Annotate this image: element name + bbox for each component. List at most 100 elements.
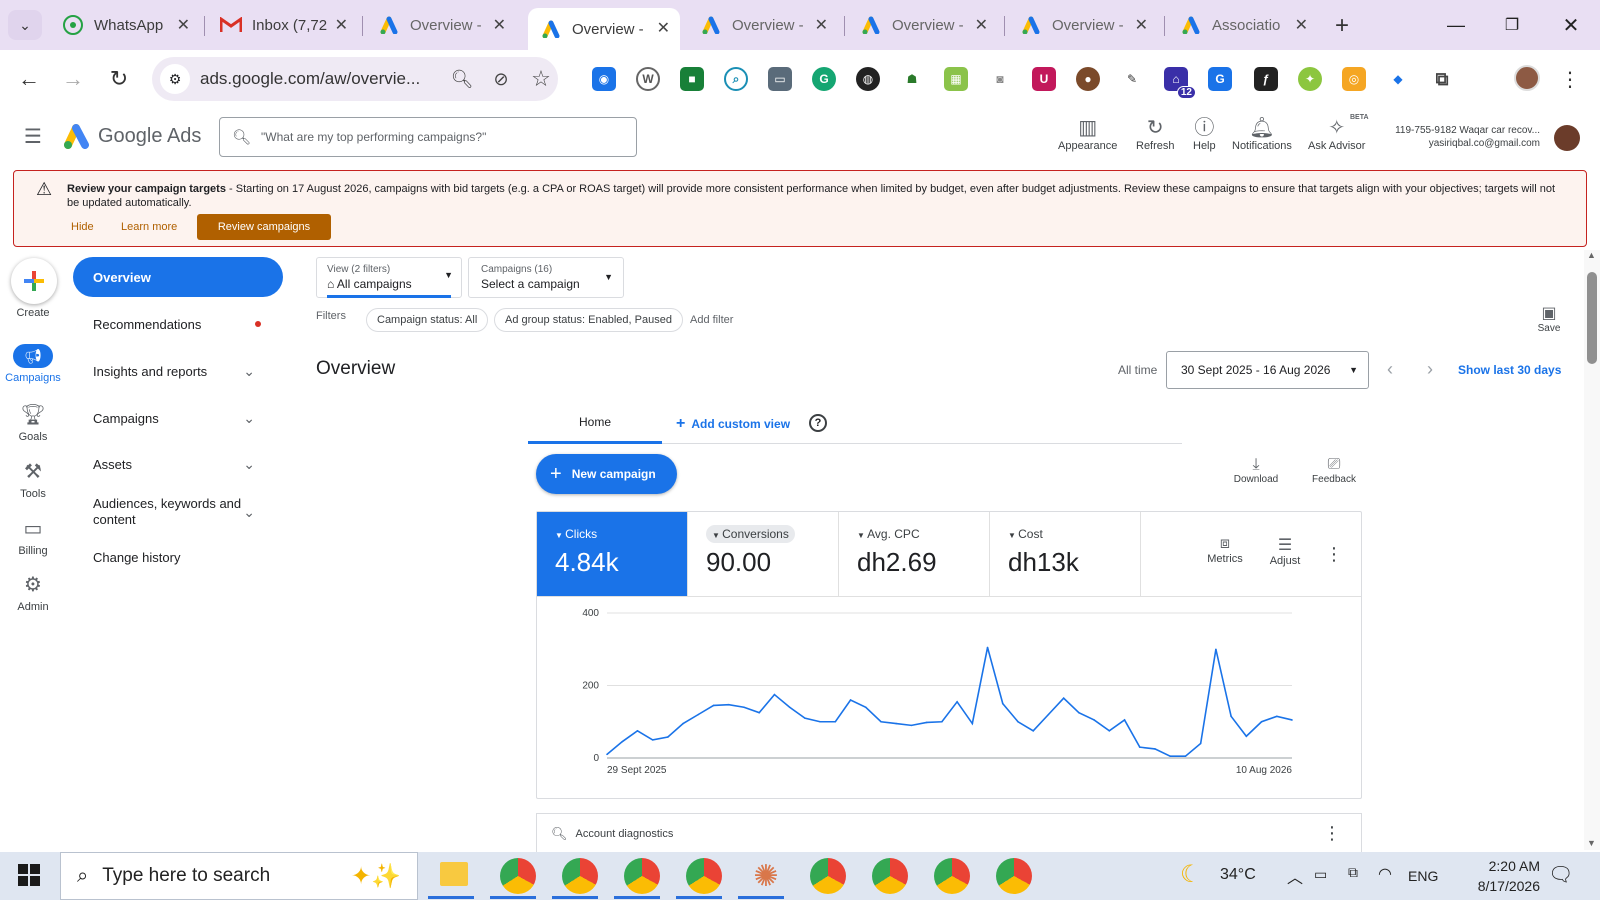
ad-group-status-chip[interactable]: Ad group status: Enabled, Paused xyxy=(494,308,683,332)
clock[interactable]: 2:20 AM 8/17/2026 xyxy=(1450,856,1540,896)
extension-map-icon[interactable]: ▦ xyxy=(944,67,968,91)
nav-assets[interactable]: Assets ⌄ xyxy=(73,452,283,476)
nav-campaigns[interactable]: Campaigns ⌄ xyxy=(73,406,283,430)
page-scrollbar[interactable]: ▲ ▼ xyxy=(1584,250,1600,850)
tab-search-button[interactable]: ⌄ xyxy=(8,10,42,40)
tab-close-icon[interactable]: ✕ xyxy=(493,15,506,35)
reload-icon[interactable]: ↻ xyxy=(106,66,132,92)
learn-more-link[interactable]: Learn more xyxy=(121,221,177,233)
account-avatar[interactable] xyxy=(1554,125,1580,151)
bookmark-star-icon[interactable]: ☆ xyxy=(528,66,554,92)
windows-start-icon[interactable] xyxy=(18,864,42,888)
taskbar-chrome-icon[interactable] xyxy=(624,858,660,894)
site-info-icon[interactable]: ⚙ xyxy=(160,64,190,94)
profile-avatar[interactable] xyxy=(1514,65,1540,91)
extension-magnifier-icon[interactable]: ⌕ xyxy=(724,67,748,91)
metrics-button[interactable]: ⧈ Metrics xyxy=(1200,535,1250,565)
scroll-down-icon[interactable]: ▼ xyxy=(1587,838,1596,848)
tab-close-icon[interactable]: ✕ xyxy=(1135,15,1148,35)
tab-close-icon[interactable]: ✕ xyxy=(177,15,190,35)
tab-whatsapp[interactable]: WhatsApp ✕ xyxy=(50,8,200,42)
taskbar-chrome-icon[interactable] xyxy=(934,858,970,894)
rail-goals[interactable]: 🏆︎ Goals xyxy=(0,402,66,443)
extensions-puzzle-icon[interactable]: ⧉ xyxy=(1430,67,1454,91)
tab-close-icon[interactable]: ✕ xyxy=(1295,15,1308,35)
add-custom-view-button[interactable]: + Add custom view xyxy=(676,403,790,444)
wifi-icon[interactable]: ◠ xyxy=(1378,864,1392,884)
display-icon[interactable]: ⧉ xyxy=(1348,864,1358,881)
tab-overview-active[interactable]: Overview - ✕ xyxy=(528,8,680,50)
forward-arrow-icon[interactable]: → xyxy=(60,66,86,92)
save-view-button[interactable]: ▣ Save xyxy=(1534,303,1564,334)
nav-overview[interactable]: Overview xyxy=(73,257,283,297)
tab-association[interactable]: Associatio ✕ xyxy=(1168,8,1318,42)
view-filter-dropdown[interactable]: View (2 filters) ⌂ All campaigns ▼ xyxy=(316,257,462,298)
metric-avg-cpc[interactable]: ▼ Avg. CPC dh2.69 xyxy=(839,512,990,596)
ask-advisor-button[interactable]: ✧ Ask Advisor xyxy=(1308,116,1365,152)
hide-link[interactable]: Hide xyxy=(71,221,94,233)
refresh-button[interactable]: ↻ Refresh xyxy=(1136,116,1175,152)
extension-search-icon[interactable]: ◉ xyxy=(592,67,616,91)
notifications-button[interactable]: 🔔︎ Notifications xyxy=(1232,116,1292,152)
extension-robot-icon[interactable]: ☗ xyxy=(900,67,924,91)
extension-translate-icon[interactable]: G xyxy=(1208,67,1232,91)
nav-insights-reports[interactable]: Insights and reports ⌄ xyxy=(73,359,283,383)
tab-close-icon[interactable]: ✕ xyxy=(657,18,670,38)
campaign-status-chip[interactable]: Campaign status: All xyxy=(366,308,489,332)
metric-clicks[interactable]: ▼ Clicks 4.84k xyxy=(537,512,688,596)
back-arrow-icon[interactable]: ← xyxy=(16,66,42,92)
show-last-30-days-link[interactable]: Show last 30 days xyxy=(1458,363,1561,377)
close-window-icon[interactable]: ✕ xyxy=(1555,10,1587,40)
taskbar-search-box[interactable]: ⌕ Type here to search ✦✨ xyxy=(60,852,418,900)
prev-period-icon[interactable]: ‹ xyxy=(1380,359,1400,379)
rail-tools[interactable]: ⚒ Tools xyxy=(0,459,66,500)
add-filter-link[interactable]: Add filter xyxy=(690,314,733,326)
google-ads-logo[interactable]: Google Ads xyxy=(62,123,201,149)
extension-screen-icon[interactable]: ▭ xyxy=(768,67,792,91)
extension-android-icon[interactable]: ■ xyxy=(680,67,704,91)
new-tab-icon[interactable]: + xyxy=(1328,12,1356,40)
tab-close-icon[interactable]: ✕ xyxy=(815,15,828,35)
taskbar-chrome-icon[interactable] xyxy=(810,858,846,894)
notification-center-icon[interactable]: 🗨︎ xyxy=(1548,862,1573,887)
taskbar-chrome-icon[interactable] xyxy=(872,858,908,894)
new-campaign-button[interactable]: + New campaign xyxy=(536,454,677,494)
extension-tag-icon[interactable]: ◆ xyxy=(1386,67,1410,91)
rail-billing[interactable]: ▭ Billing xyxy=(0,516,66,557)
extension-grammarly-icon[interactable]: G xyxy=(812,67,836,91)
account-info[interactable]: 119-755-9182 Waqar car recov... yasiriqb… xyxy=(1380,124,1540,150)
restore-icon[interactable]: ❐ xyxy=(1496,10,1528,40)
nav-audiences[interactable]: Audiences, keywords and content ⌄ xyxy=(73,494,283,530)
appearance-button[interactable]: ▥ Appearance xyxy=(1058,116,1117,152)
metric-conversions[interactable]: ▼ Conversions 90.00 xyxy=(688,512,839,596)
create-button[interactable] xyxy=(11,258,57,304)
help-circle-icon[interactable]: ? xyxy=(809,414,827,432)
review-campaigns-button[interactable]: Review campaigns xyxy=(197,214,331,240)
rail-campaigns[interactable]: 📢︎ Campaigns xyxy=(0,344,66,384)
more-vert-icon[interactable]: ⋮ xyxy=(1325,543,1343,565)
tab-overview-3[interactable]: Overview - ✕ xyxy=(688,8,838,42)
zoom-icon[interactable]: 🔍︎ xyxy=(449,66,475,92)
account-diagnostics-card[interactable]: 🔍︎ Account diagnostics ⋮ xyxy=(536,813,1362,853)
minimize-icon[interactable]: — xyxy=(1440,10,1472,40)
eye-slash-icon[interactable]: ⊘ xyxy=(488,66,514,92)
hamburger-menu-icon[interactable]: ☰ xyxy=(22,125,44,148)
taskbar-chrome-icon[interactable] xyxy=(562,858,598,894)
scroll-up-icon[interactable]: ▲ xyxy=(1587,250,1596,260)
metric-cost[interactable]: ▼ Cost dh13k xyxy=(990,512,1141,596)
extension-home-icon[interactable]: ⌂ 12 xyxy=(1164,67,1196,99)
extension-cookie-icon[interactable]: ● xyxy=(1076,67,1100,91)
more-vert-icon[interactable]: ⋮ xyxy=(1323,823,1341,844)
download-button[interactable]: ⤓ Download xyxy=(1226,456,1286,485)
taskbar-chrome-icon[interactable] xyxy=(686,858,722,894)
ads-search-box[interactable]: 🔍︎ "What are my top performing campaigns… xyxy=(219,117,637,157)
adjust-button[interactable]: ☰ Adjust xyxy=(1260,535,1310,567)
nav-change-history[interactable]: Change history xyxy=(73,545,283,569)
extension-wordpress-icon[interactable]: W xyxy=(636,67,660,91)
taskbar-claude-icon[interactable]: ✺ xyxy=(748,858,784,894)
tab-overview-4[interactable]: Overview - ✕ xyxy=(848,8,998,42)
help-button[interactable]: ⓘ Help xyxy=(1193,116,1216,152)
file-explorer-icon[interactable] xyxy=(440,862,468,886)
weather-moon-icon[interactable]: ☾ xyxy=(1180,860,1202,889)
extension-formula-icon[interactable]: ƒ xyxy=(1254,67,1278,91)
